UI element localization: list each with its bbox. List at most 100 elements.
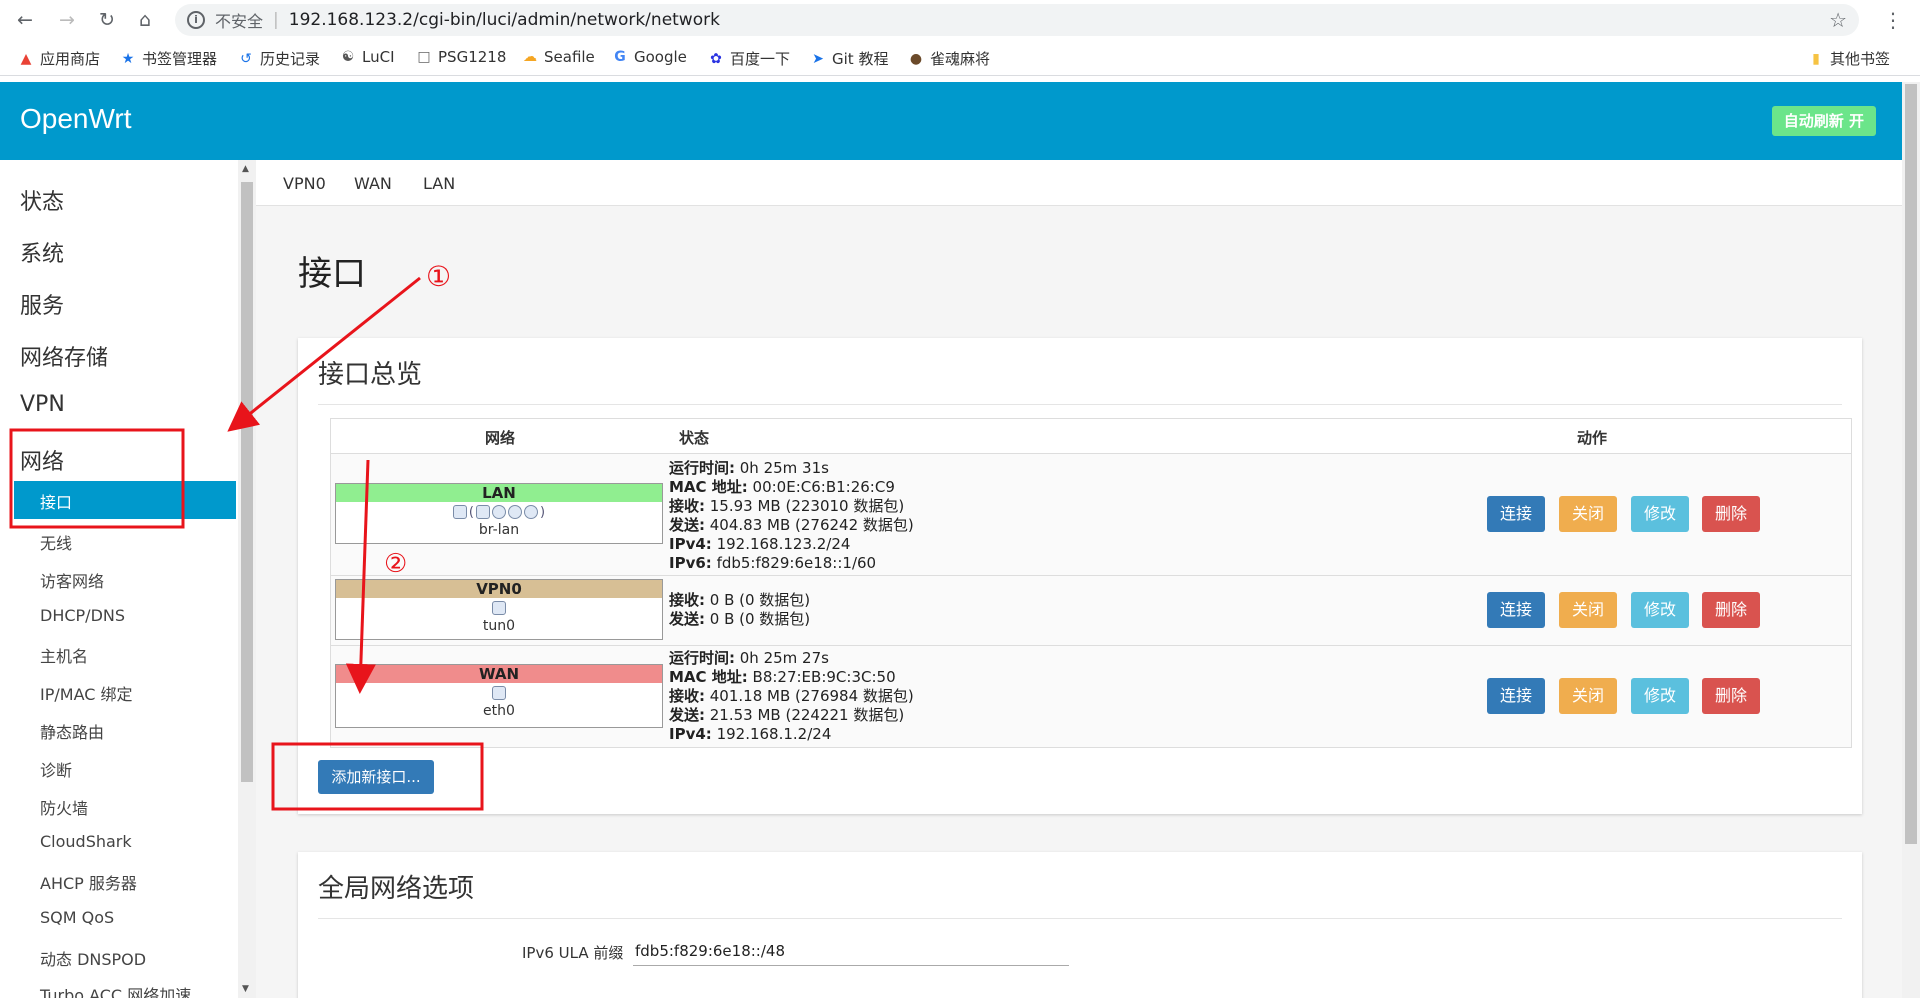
home-icon[interactable]: ⌂ <box>132 7 158 33</box>
sidebar-item-sqm[interactable]: SQM QoS <box>40 908 114 927</box>
delete-button[interactable]: 删除 <box>1702 496 1760 532</box>
autorefresh-toggle[interactable]: 自动刷新 开 <box>1771 106 1876 136</box>
network-badge-lan[interactable]: LAN ( ) br-lan <box>335 483 663 544</box>
sidebar-item-ahcp[interactable]: AHCP 服务器 <box>40 870 137 894</box>
browser-menu-icon[interactable]: ⋮ <box>1883 8 1903 32</box>
edit-button[interactable]: 修改 <box>1631 592 1689 628</box>
stop-button[interactable]: 关闭 <box>1559 496 1617 532</box>
bookmark-app-store[interactable]: ▲ 应用商店 <box>18 48 100 69</box>
tab-vpn0[interactable]: VPN0 <box>283 174 326 193</box>
tab-wan[interactable]: WAN <box>354 174 392 193</box>
sidebar-item-interfaces[interactable]: 接口 <box>14 481 236 519</box>
stop-button[interactable]: 关闭 <box>1559 592 1617 628</box>
scroll-down-icon[interactable]: ▼ <box>242 984 249 994</box>
sidebar-item-vpn[interactable]: VPN <box>20 392 65 417</box>
luci-icon: ☯ <box>341 49 355 65</box>
sidebar-item-guest[interactable]: 访客网络 <box>40 568 104 592</box>
connect-button[interactable]: 连接 <box>1487 592 1545 628</box>
back-icon[interactable]: ← <box>12 7 38 33</box>
bookmark-manager[interactable]: ★ 书签管理器 <box>120 48 217 69</box>
ula-prefix-label: IPv6 ULA 前缀 <box>522 944 624 962</box>
add-interface-button[interactable]: 添加新接口... <box>318 760 434 794</box>
sidebar-item-dnspod[interactable]: 动态 DNSPOD <box>40 946 146 970</box>
bookmark-other[interactable]: ▮ 其他书签 <box>1808 48 1890 69</box>
sidebar-item-ipmac[interactable]: IP/MAC 绑定 <box>40 681 133 705</box>
sidebar-item-nas[interactable]: 网络存储 <box>20 340 108 372</box>
status-key: 运行时间: <box>669 459 735 477</box>
sidebar-item-network[interactable]: 网络 <box>20 444 64 476</box>
page-scrollbar-thumb[interactable] <box>1905 84 1917 844</box>
sidebar-scrollbar[interactable]: ▲ ▼ <box>238 160 256 998</box>
sidebar-item-diagnostics[interactable]: 诊断 <box>40 757 72 781</box>
bookmarks-bar: ▲ 应用商店 ★ 书签管理器 ↺ 历史记录 ☯ LuCI □ PSG1218 ☁ Seafi… <box>0 40 1920 76</box>
bookmark-seafile[interactable]: ☁ Seafile <box>522 48 595 66</box>
reload-icon[interactable]: ↻ <box>94 7 120 33</box>
delete-button[interactable]: 删除 <box>1702 678 1760 714</box>
device-icons <box>336 683 662 703</box>
bookmark-label: 雀魂麻将 <box>930 50 991 68</box>
status-line: IPv6: fdb5:f829:6e18::1/60 <box>669 554 914 573</box>
status-value: 15.93 MB (223010 数据包) <box>705 497 905 515</box>
sidebar-item-turboacc[interactable]: Turbo ACC 网络加速 <box>40 982 191 998</box>
bookmark-label: Google <box>634 48 687 66</box>
status-line: 发送: 404.83 MB (276242 数据包) <box>669 516 914 535</box>
main-content: VPN0 WAN LAN 接口 接口总览 网络 状态 动作 LAN () br… <box>256 160 1902 998</box>
sidebar-item-routes[interactable]: 静态路由 <box>40 719 104 743</box>
bookmark-star-icon[interactable]: ☆ <box>1829 8 1847 32</box>
url-text[interactable]: 192.168.123.2/cgi-bin/luci/admin/network… <box>289 10 720 30</box>
bookmark-luci[interactable]: ☯ LuCI <box>340 48 395 66</box>
brand-logo[interactable]: OpenWrt <box>20 103 132 135</box>
address-bar[interactable]: i 不安全 | 192.168.123.2/cgi-bin/luci/admin… <box>175 4 1859 36</box>
status-key: IPv4: <box>669 535 712 553</box>
divider <box>318 404 1842 405</box>
sidebar-item-firewall[interactable]: 防火墙 <box>40 795 88 819</box>
sidebar-item-wireless[interactable]: 无线 <box>40 530 72 554</box>
ethernet-icon <box>492 686 506 700</box>
bookmark-mahjong[interactable]: ● 雀魂麻将 <box>908 48 990 69</box>
sidebar-item-services[interactable]: 服务 <box>20 288 64 320</box>
bookmark-git[interactable]: ➤ Git 教程 <box>810 48 888 69</box>
status-key: IPv4: <box>669 725 712 743</box>
edit-button[interactable]: 修改 <box>1631 496 1689 532</box>
wifi-icon <box>492 505 506 519</box>
bookmark-label: 其他书签 <box>1830 50 1891 68</box>
sidebar-item-status[interactable]: 状态 <box>20 184 64 216</box>
sidebar-item-system[interactable]: 系统 <box>20 236 64 268</box>
interface-overview-card: 接口总览 网络 状态 动作 LAN ( ) br-lan 运行时间: 0h 25… <box>298 338 1862 814</box>
status-key: 发送: <box>669 516 705 534</box>
table-row: LAN ( ) br-lan 运行时间: 0h 25m 31s MAC 地址: … <box>331 453 1851 575</box>
stop-button[interactable]: 关闭 <box>1559 678 1617 714</box>
divider <box>318 918 1842 919</box>
forward-icon[interactable]: → <box>54 7 80 33</box>
interface-table: 网络 状态 动作 LAN ( ) br-lan 运行时间: 0h 25m 31s… <box>330 418 1852 748</box>
status-key: MAC 地址: <box>669 478 748 496</box>
sidebar-item-dhcp[interactable]: DHCP/DNS <box>40 606 125 625</box>
info-icon[interactable]: i <box>187 11 205 29</box>
status-value: 00:0E:C6:B1:26:C9 <box>747 478 895 496</box>
ula-prefix-input[interactable] <box>633 936 1069 966</box>
bookmark-psg1218[interactable]: □ PSG1218 <box>416 48 506 66</box>
bookmark-google[interactable]: G Google <box>612 48 687 66</box>
status-value: 0 B (0 数据包) <box>705 610 811 628</box>
page-scrollbar[interactable] <box>1902 82 1920 998</box>
scroll-up-icon[interactable]: ▲ <box>242 164 249 174</box>
sidebar-item-hostnames[interactable]: 主机名 <box>40 643 88 667</box>
bookmark-label: 应用商店 <box>40 50 101 68</box>
connect-button[interactable]: 连接 <box>1487 496 1545 532</box>
status-value: 192.168.1.2/24 <box>711 725 832 743</box>
sidebar-item-cloudshark[interactable]: CloudShark <box>40 832 132 851</box>
network-badge-vpn0[interactable]: VPN0 tun0 <box>335 579 663 640</box>
edit-button[interactable]: 修改 <box>1631 678 1689 714</box>
delete-button[interactable]: 删除 <box>1702 592 1760 628</box>
sidebar-scrollbar-thumb[interactable] <box>241 182 253 782</box>
sidebar-item-label: 接口 <box>40 493 73 512</box>
network-name: LAN <box>336 484 662 502</box>
bookmark-history[interactable]: ↺ 历史记录 <box>238 48 320 69</box>
connect-button[interactable]: 连接 <box>1487 678 1545 714</box>
tab-lan[interactable]: LAN <box>423 174 455 193</box>
network-badge-wan[interactable]: WAN eth0 <box>335 664 663 728</box>
bookmark-baidu[interactable]: ✿ 百度一下 <box>708 48 790 69</box>
mahjong-icon: ● <box>909 50 923 67</box>
bookmark-label: Git 教程 <box>832 50 889 68</box>
status-wan: 运行时间: 0h 25m 27s MAC 地址: B8:27:EB:9C:3C:… <box>669 649 914 744</box>
